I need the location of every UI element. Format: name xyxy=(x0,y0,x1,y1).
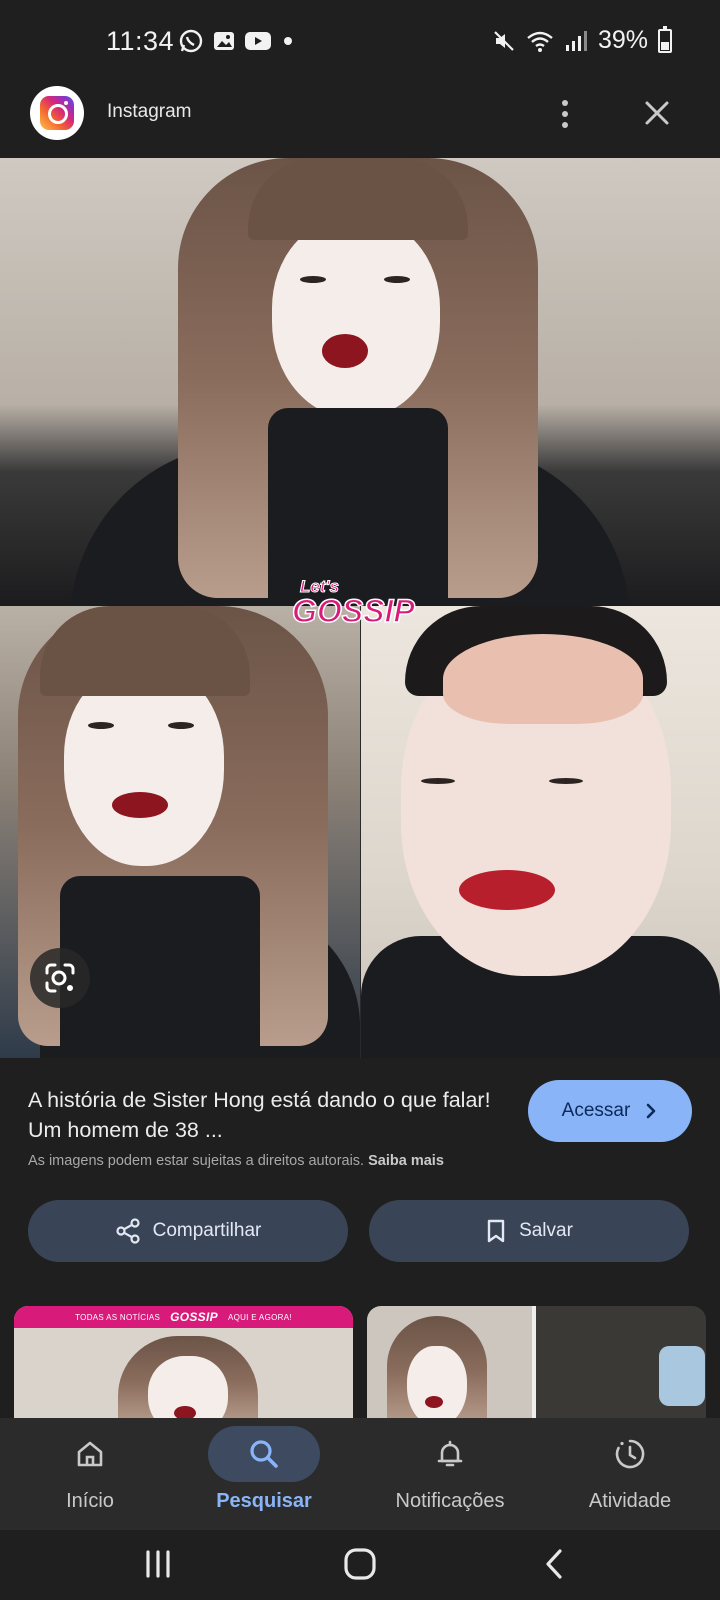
recents-button[interactable] xyxy=(128,1544,188,1584)
nav-search-label: Pesquisar xyxy=(216,1490,312,1512)
nav-home[interactable]: Início xyxy=(0,1418,180,1530)
whatsapp-icon xyxy=(179,29,203,53)
source-header: Instagram xyxy=(0,84,720,158)
gallery-icon xyxy=(214,32,234,50)
back-button[interactable] xyxy=(524,1544,584,1584)
battery-percent: 39% xyxy=(597,26,648,54)
save-button[interactable]: Salvar xyxy=(369,1200,689,1262)
banner-brand: GOSSIP xyxy=(170,1310,218,1324)
bell-icon xyxy=(437,1440,463,1467)
activity-icon xyxy=(615,1439,645,1469)
system-status-icons: 39% xyxy=(492,25,672,55)
home-button[interactable] xyxy=(330,1544,390,1584)
nav-activity-label: Atividade xyxy=(588,1490,672,1512)
nav-search[interactable]: Pesquisar xyxy=(174,1418,354,1530)
nav-notifications[interactable]: Notificações xyxy=(360,1418,540,1530)
home-icon xyxy=(77,1441,103,1467)
back-icon xyxy=(546,1549,562,1579)
image-panel-top xyxy=(0,158,720,606)
save-label: Salvar xyxy=(519,1220,573,1241)
battery-icon xyxy=(658,25,672,53)
close-icon[interactable] xyxy=(640,96,674,130)
nav-activity[interactable]: Atividade xyxy=(540,1418,720,1530)
action-row: Compartilhar Salvar xyxy=(0,1200,720,1264)
related-image-2[interactable] xyxy=(367,1306,706,1418)
mute-icon xyxy=(494,30,514,51)
share-button[interactable]: Compartilhar xyxy=(28,1200,348,1262)
copyright-note: As imagens podem estar sujeitas a direit… xyxy=(28,1153,444,1169)
caption-title[interactable]: A história de Sister Hong está dando o q… xyxy=(28,1085,498,1145)
learn-more-link[interactable]: Saiba mais xyxy=(368,1153,444,1169)
visit-label: Acessar xyxy=(561,1100,631,1121)
related-images: TODAS AS NOTÍCIAS GOSSIP AQUI E AGORA! xyxy=(0,1306,720,1418)
status-time: 11:34 xyxy=(106,26,175,56)
share-label: Compartilhar xyxy=(152,1220,262,1241)
dot-icon xyxy=(284,37,292,45)
google-lens-icon[interactable] xyxy=(30,948,90,1008)
chevron-right-icon xyxy=(647,1103,656,1119)
notification-icons xyxy=(178,28,296,54)
nav-home-label: Início xyxy=(66,1490,114,1512)
bottom-navigation: Início Pesquisar Notificações Atividade xyxy=(0,1418,720,1530)
status-bar: 11:34 39% xyxy=(0,0,720,84)
wifi-icon xyxy=(527,31,553,52)
home-square-icon xyxy=(344,1548,376,1580)
image-caption: A história de Sister Hong está dando o q… xyxy=(0,1058,720,1178)
related-image-1[interactable]: TODAS AS NOTÍCIAS GOSSIP AQUI E AGORA! xyxy=(14,1306,353,1418)
banner-right-text: AQUI E AGORA! xyxy=(227,1312,292,1322)
signal-icon xyxy=(565,30,587,51)
main-image[interactable]: Let's GOSSIP xyxy=(0,158,720,1058)
lets-gossip-logo: Let's GOSSIP xyxy=(291,577,416,630)
image-panel-bottom-right xyxy=(361,606,720,1058)
youtube-icon xyxy=(245,32,271,50)
recents-icon xyxy=(146,1550,170,1578)
bookmark-icon xyxy=(487,1219,505,1243)
instagram-logo[interactable] xyxy=(30,86,84,140)
visit-button[interactable]: Acessar xyxy=(528,1080,692,1142)
nav-notifications-label: Notificações xyxy=(395,1490,505,1512)
svg-text:GOSSIP: GOSSIP xyxy=(292,593,415,629)
copyright-text: As imagens podem estar sujeitas a direit… xyxy=(28,1153,365,1169)
search-icon xyxy=(250,1440,278,1468)
source-name[interactable]: Instagram xyxy=(107,101,191,123)
share-icon xyxy=(116,1218,140,1244)
thumb-banner: TODAS AS NOTÍCIAS GOSSIP AQUI E AGORA! xyxy=(14,1306,353,1328)
more-options-icon[interactable] xyxy=(550,96,580,132)
banner-left-text: TODAS AS NOTÍCIAS xyxy=(75,1312,161,1322)
system-navigation xyxy=(0,1530,720,1600)
